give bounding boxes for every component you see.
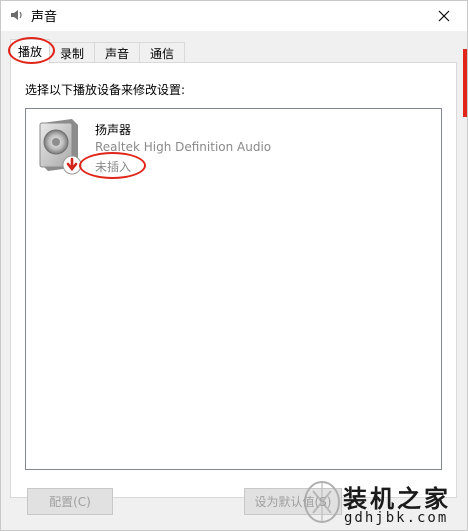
set-default-button[interactable]: 设为默认值(S): [244, 488, 342, 515]
playback-panel: 选择以下播放设备来修改设置: 扬声器 Realtek High Definiti…: [10, 62, 457, 498]
tab-playback[interactable]: 播放: [8, 37, 55, 64]
configure-button[interactable]: 配置(C): [27, 488, 113, 515]
tab-communications[interactable]: 通信: [139, 42, 186, 63]
configure-label: 配置(C): [49, 495, 91, 509]
close-button[interactable]: [421, 1, 467, 31]
device-item-speakers[interactable]: 扬声器 Realtek High Definition Audio 未插入: [32, 115, 292, 179]
device-name: 扬声器: [95, 123, 132, 137]
close-icon: [438, 10, 450, 22]
device-status: 未插入: [95, 160, 132, 174]
set-default-label: 设为默认值(S): [254, 495, 332, 509]
tab-sounds[interactable]: 声音: [94, 42, 141, 63]
tab-label: 播放: [18, 45, 43, 59]
tab-label: 录制: [60, 46, 85, 61]
tab-label: 声音: [105, 46, 130, 61]
speaker-icon: [39, 119, 82, 175]
tab-label: 通信: [150, 46, 175, 61]
right-edge-accent: [463, 49, 467, 117]
sound-dialog: 声音 播放 录制 声音 通信 选择以下播放设备来修改设置: 扬声器 Realte…: [0, 0, 468, 531]
device-description: Realtek High Definition Audio: [95, 140, 272, 154]
window-title: 声音: [31, 10, 58, 25]
instruction-text: 选择以下播放设备来修改设置:: [25, 83, 186, 97]
title-bar: 声音: [1, 1, 467, 31]
watermark-url: gdhjbk.com: [344, 510, 449, 526]
dialog-client: 播放 录制 声音 通信 选择以下播放设备来修改设置: 扬声器 Realtek H…: [1, 31, 467, 530]
speaker-icon: [11, 10, 22, 20]
tab-bar: 播放 录制 声音 通信: [8, 37, 186, 64]
tab-recording[interactable]: 录制: [49, 42, 96, 63]
device-list[interactable]: 扬声器 Realtek High Definition Audio 未插入: [25, 108, 442, 470]
